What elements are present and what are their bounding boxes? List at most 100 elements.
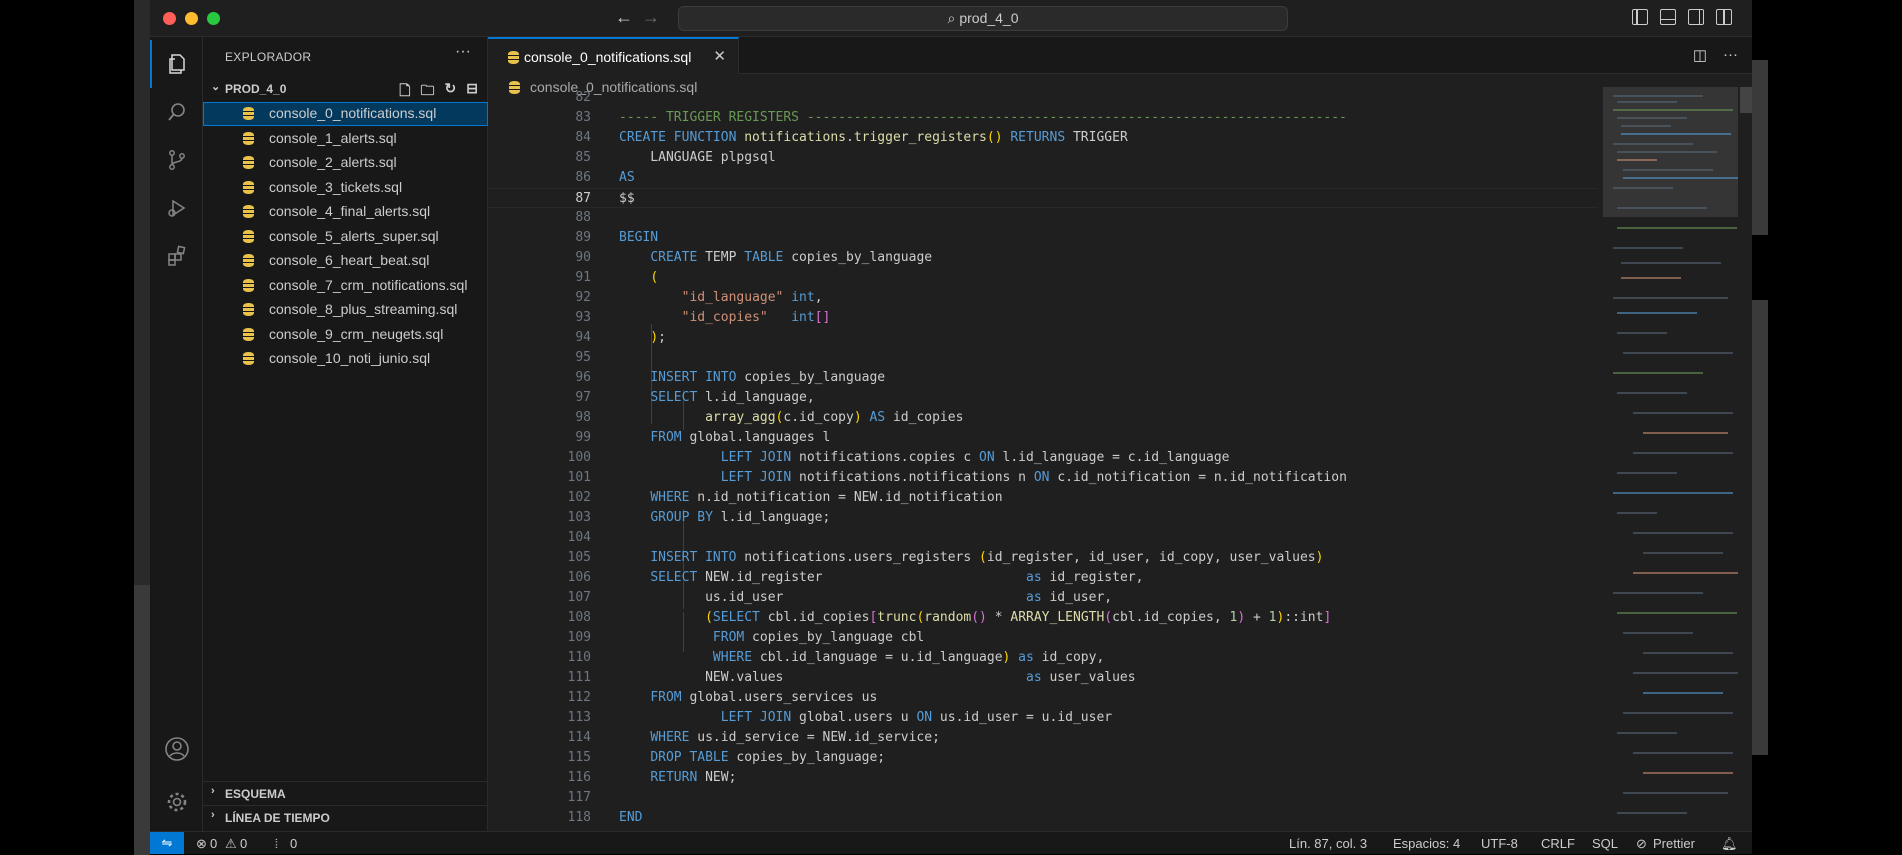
code-text: END — [619, 810, 643, 825]
file-item[interactable]: console_4_final_alerts.sql — [203, 200, 488, 224]
vertical-scrollbar-thumb[interactable] — [1740, 87, 1752, 113]
code-editor[interactable]: 82 83 ----- TRIGGER REGISTERS -----------… — [488, 90, 1598, 831]
code-text: SELECT l.id_language, — [650, 390, 815, 405]
remote-indicator-icon[interactable]: ⇋ — [150, 832, 184, 854]
file-item[interactable]: console_6_heart_beat.sql — [203, 249, 488, 273]
code-text: LEFT JOIN notifications.notifications n … — [720, 470, 1347, 485]
code-line: 84 CREATE FUNCTION notifications.trigger_… — [488, 128, 1598, 148]
code-text: CREATE TEMP TABLE copies_by_language — [650, 250, 933, 265]
search-view-icon[interactable] — [150, 88, 203, 136]
code-line: 93 "id_copies" int[] — [488, 308, 1598, 328]
explorer-panel: EXPLORADOR ··· ⌄ PROD_4_0 🗋 🗀 ↻ ⊟ consol… — [203, 37, 488, 831]
code-text: (SELECT cbl.id_copies[trunc(random() * A… — [705, 610, 1332, 625]
close-window-button[interactable] — [163, 12, 176, 25]
minimap[interactable] — [1603, 87, 1738, 831]
toggle-primary-sidebar-icon[interactable] — [1632, 9, 1648, 25]
close-tab-icon[interactable]: ✕ — [713, 47, 726, 65]
code-line: 92 "id_language" int, — [488, 288, 1598, 308]
code-line: 96 INSERT INTO copies_by_language — [488, 368, 1598, 388]
explorer-icon[interactable] — [150, 40, 203, 88]
back-arrow-icon[interactable]: ← — [615, 7, 633, 28]
file-item[interactable]: console_9_crm_neugets.sql — [203, 323, 488, 347]
code-text: WHERE n.id_notification = NEW.id_notific… — [650, 490, 1003, 505]
cursor-position[interactable]: Lín. 87, col. 3 — [1289, 836, 1367, 851]
toggle-secondary-sidebar-icon[interactable] — [1688, 9, 1704, 25]
toggle-panel-icon[interactable] — [1660, 9, 1676, 25]
file-item[interactable]: console_2_alerts.sql — [203, 151, 488, 175]
line-number: 114 — [567, 730, 591, 745]
new-folder-icon[interactable]: 🗀 — [421, 80, 435, 104]
source-control-icon[interactable] — [150, 136, 203, 184]
file-item[interactable]: console_10_noti_junio.sql — [203, 347, 488, 371]
explorer-title: EXPLORADOR — [225, 50, 312, 64]
warnings-count[interactable]: 0 — [240, 836, 247, 851]
split-editor-icon[interactable]: ◫ — [1693, 46, 1707, 64]
file-name: console_7_crm_notifications.sql — [269, 277, 468, 293]
warnings-icon[interactable]: ⚠ — [225, 836, 237, 852]
code-text: FROM global.languages l — [650, 430, 831, 445]
background-window-right — [1752, 60, 1768, 235]
code-text: ); — [650, 330, 666, 345]
refresh-icon[interactable]: ↻ — [445, 80, 457, 104]
outline-section-header[interactable]: › ESQUEMA — [203, 781, 488, 803]
project-folder-name: PROD_4_0 — [225, 82, 287, 96]
line-number: 95 — [575, 350, 591, 365]
errors-count[interactable]: 0 — [210, 836, 217, 851]
manage-gear-icon[interactable] — [150, 778, 203, 826]
tab-console-0-notifications[interactable]: console_0_notifications.sql ✕ — [488, 37, 739, 74]
line-number: 89 — [575, 230, 591, 245]
more-actions-icon[interactable]: ··· — [1723, 46, 1738, 64]
code-line: 89 BEGIN — [488, 228, 1598, 248]
editor-area: console_0_notifications.sql ✕ ◫ ··· cons… — [488, 37, 1752, 831]
code-line: 86 AS — [488, 168, 1598, 188]
line-number: 82 — [575, 90, 591, 105]
collapse-all-icon[interactable]: ⊟ — [466, 80, 478, 104]
code-line: 114 WHERE us.id_service = NEW.id_service… — [488, 728, 1598, 748]
code-line: 103 GROUP BY l.id_language; — [488, 508, 1598, 528]
language-mode[interactable]: SQL — [1592, 836, 1618, 851]
extensions-icon[interactable] — [150, 232, 203, 280]
line-number: 107 — [567, 590, 591, 605]
code-line: 91 ( — [488, 268, 1598, 288]
search-icon: ⌕ — [947, 10, 956, 26]
line-number: 93 — [575, 310, 591, 325]
project-folder-header[interactable]: ⌄ PROD_4_0 🗋 🗀 ↻ ⊟ — [203, 78, 488, 100]
code-text: LEFT JOIN notifications.copies c ON l.id… — [720, 450, 1230, 465]
run-and-debug-icon[interactable] — [150, 184, 203, 232]
line-number: 96 — [575, 370, 591, 385]
zoom-window-button[interactable] — [207, 12, 220, 25]
database-file-icon — [243, 132, 254, 145]
code-line: 100 LEFT JOIN notifications.copies c ON … — [488, 448, 1598, 468]
line-number: 94 — [575, 330, 591, 345]
code-line: 112 FROM global.users_services us — [488, 688, 1598, 708]
file-item[interactable]: console_5_alerts_super.sql — [203, 225, 488, 249]
file-item[interactable]: console_8_plus_streaming.sql — [203, 298, 488, 322]
new-file-icon[interactable]: 🗋 — [399, 80, 410, 104]
forward-arrow-icon[interactable]: → — [642, 7, 660, 28]
indentation[interactable]: Espacios: 4 — [1393, 836, 1460, 851]
timeline-section-header[interactable]: › LÍNEA DE TIEMPO — [203, 805, 488, 827]
formatter[interactable]: Prettier — [1653, 836, 1695, 851]
command-center-search[interactable]: ⌕ prod_4_0 — [678, 6, 1288, 31]
notifications-bell-icon[interactable]: 🔔︎ — [1721, 836, 1738, 852]
code-line: 101 LEFT JOIN notifications.notification… — [488, 468, 1598, 488]
prettier-icon[interactable]: ⊘ — [1636, 836, 1647, 852]
minimize-window-button[interactable] — [185, 12, 198, 25]
section-title: LÍNEA DE TIEMPO — [225, 811, 330, 825]
editor-tabs: console_0_notifications.sql ✕ ◫ ··· — [488, 37, 1752, 74]
accounts-icon[interactable] — [150, 725, 203, 773]
code-line: 115 DROP TABLE copies_by_language; — [488, 748, 1598, 768]
more-actions-icon[interactable]: ··· — [455, 43, 471, 61]
file-item[interactable]: console_0_notifications.sql — [203, 102, 488, 126]
file-item[interactable]: console_3_tickets.sql — [203, 176, 488, 200]
ports-count[interactable]: 0 — [290, 836, 297, 851]
customize-layout-icon[interactable] — [1716, 9, 1732, 25]
ports-icon[interactable]: ⦙ — [275, 836, 278, 852]
file-item[interactable]: console_7_crm_notifications.sql — [203, 274, 488, 298]
encoding[interactable]: UTF-8 — [1481, 836, 1518, 851]
line-number: 115 — [567, 750, 591, 765]
file-name: console_1_alerts.sql — [269, 130, 397, 146]
errors-icon[interactable]: ⊗ — [196, 836, 207, 852]
line-endings[interactable]: CRLF — [1541, 836, 1575, 851]
file-item[interactable]: console_1_alerts.sql — [203, 127, 488, 151]
